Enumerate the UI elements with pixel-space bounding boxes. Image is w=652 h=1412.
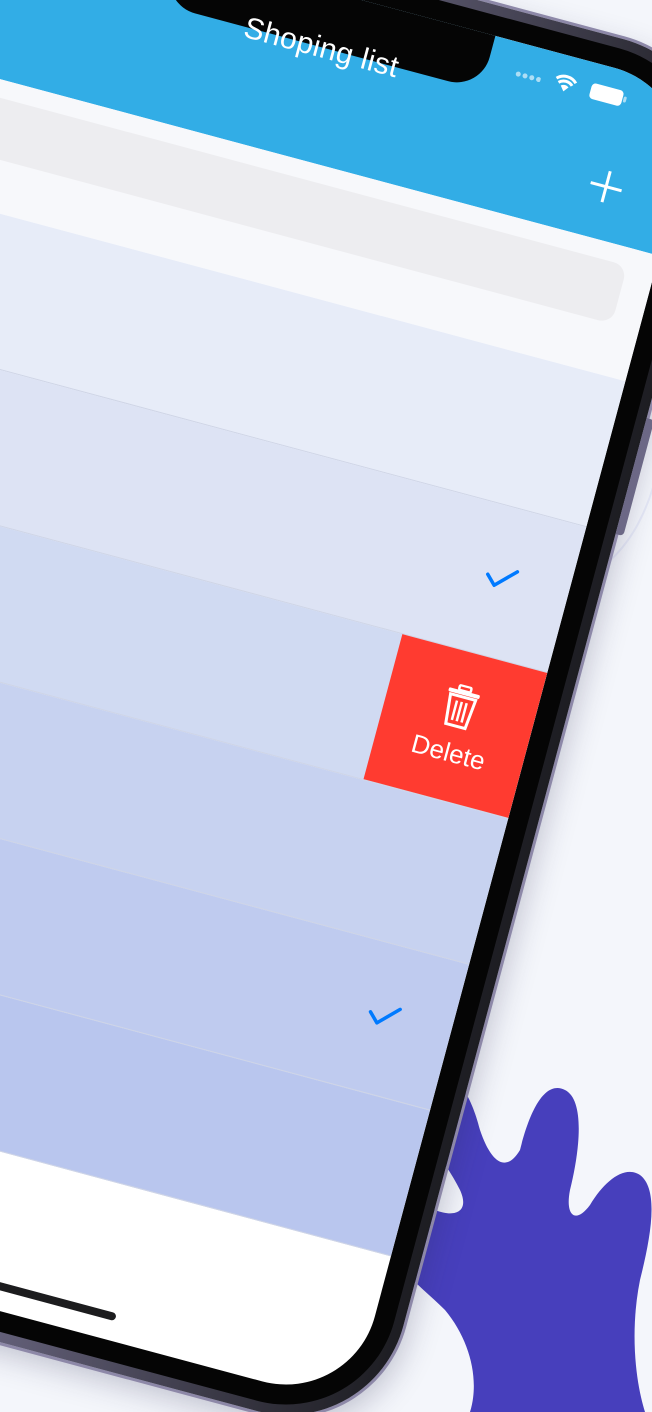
trash-icon	[444, 683, 480, 730]
delete-label: Delete	[408, 727, 489, 776]
checkmark-icon	[486, 570, 520, 588]
home-indicator[interactable]	[0, 1246, 117, 1322]
plus-icon	[590, 170, 622, 203]
add-item-button[interactable]	[580, 161, 631, 212]
marketing-canvas: Shoping list Delete	[0, 0, 652, 1412]
checkmark-icon	[368, 1007, 402, 1025]
